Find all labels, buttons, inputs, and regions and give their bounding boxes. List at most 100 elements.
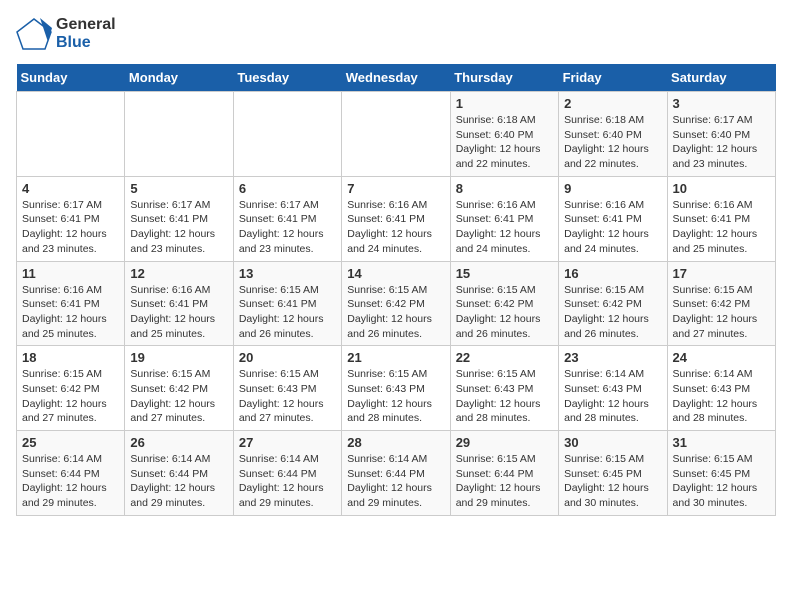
calendar-cell: 3Sunrise: 6:17 AM Sunset: 6:40 PM Daylig…: [667, 92, 775, 177]
day-number: 2: [564, 96, 661, 111]
calendar-cell: 7 Sunrise: 6:16 AM Sunset: 6:41 PM Daylig…: [342, 176, 450, 261]
calendar-cell: 24 Sunrise: 6:14 AM Sunset: 6:43 PM Dayli…: [667, 346, 775, 431]
day-info: Sunrise: 6:16 AM Sunset: 6:41 PM Dayligh…: [456, 198, 553, 257]
day-info: Sunrise: 6:14 AM Sunset: 6:43 PM Dayligh…: [673, 367, 770, 426]
day-info: Sunrise: 6:15 AM Sunset: 6:42 PM Dayligh…: [130, 367, 227, 426]
calendar-cell: [125, 92, 233, 177]
day-info: Sunrise: 6:15 AM Sunset: 6:42 PM Dayligh…: [673, 283, 770, 342]
day-info: Sunrise: 6:17 AM Sunset: 6:40 PM Dayligh…: [673, 113, 770, 172]
calendar-week-row: 18 Sunrise: 6:15 AM Sunset: 6:42 PM Dayli…: [17, 346, 776, 431]
calendar-cell: 26Sunrise: 6:14 AM Sunset: 6:44 PM Dayli…: [125, 431, 233, 516]
day-number: 9: [564, 181, 661, 196]
logo-icon: [16, 18, 52, 50]
day-info: Sunrise: 6:18 AM Sunset: 6:40 PM Dayligh…: [456, 113, 553, 172]
day-number: 15: [456, 266, 553, 281]
day-of-week-header: Tuesday: [233, 64, 341, 92]
calendar-cell: 20 Sunrise: 6:15 AM Sunset: 6:43 PM Dayli…: [233, 346, 341, 431]
day-info: Sunrise: 6:14 AM Sunset: 6:44 PM Dayligh…: [239, 452, 336, 511]
day-info: Sunrise: 6:15 AM Sunset: 6:43 PM Dayligh…: [239, 367, 336, 426]
day-number: 8: [456, 181, 553, 196]
calendar-cell: 21 Sunrise: 6:15 AM Sunset: 6:43 PM Dayli…: [342, 346, 450, 431]
day-info: Sunrise: 6:16 AM Sunset: 6:41 PM Dayligh…: [22, 283, 119, 342]
day-number: 7: [347, 181, 444, 196]
day-info: Sunrise: 6:15 AM Sunset: 6:42 PM Dayligh…: [22, 367, 119, 426]
day-info: Sunrise: 6:14 AM Sunset: 6:44 PM Dayligh…: [22, 452, 119, 511]
day-number: 26: [130, 435, 227, 450]
calendar-cell: 17Sunrise: 6:15 AM Sunset: 6:42 PM Dayli…: [667, 261, 775, 346]
calendar-cell: 29 Sunrise: 6:15 AM Sunset: 6:44 PM Dayli…: [450, 431, 558, 516]
day-number: 27: [239, 435, 336, 450]
day-info: Sunrise: 6:15 AM Sunset: 6:42 PM Dayligh…: [564, 283, 661, 342]
day-info: Sunrise: 6:15 AM Sunset: 6:44 PM Dayligh…: [456, 452, 553, 511]
day-number: 6: [239, 181, 336, 196]
day-info: Sunrise: 6:15 AM Sunset: 6:43 PM Dayligh…: [456, 367, 553, 426]
calendar-cell: 22 Sunrise: 6:15 AM Sunset: 6:43 PM Dayli…: [450, 346, 558, 431]
day-number: 20: [239, 350, 336, 365]
calendar-cell: 27 Sunrise: 6:14 AM Sunset: 6:44 PM Dayli…: [233, 431, 341, 516]
day-info: Sunrise: 6:14 AM Sunset: 6:43 PM Dayligh…: [564, 367, 661, 426]
day-of-week-header: Sunday: [17, 64, 125, 92]
day-info: Sunrise: 6:17 AM Sunset: 6:41 PM Dayligh…: [130, 198, 227, 257]
calendar-cell: 5 Sunrise: 6:17 AM Sunset: 6:41 PM Daylig…: [125, 176, 233, 261]
day-info: Sunrise: 6:15 AM Sunset: 6:43 PM Dayligh…: [347, 367, 444, 426]
calendar-week-row: 1 Sunrise: 6:18 AM Sunset: 6:40 PM Daylig…: [17, 92, 776, 177]
calendar-cell: 6 Sunrise: 6:17 AM Sunset: 6:41 PM Daylig…: [233, 176, 341, 261]
calendar-cell: 11Sunrise: 6:16 AM Sunset: 6:41 PM Dayli…: [17, 261, 125, 346]
day-of-week-header: Thursday: [450, 64, 558, 92]
day-number: 4: [22, 181, 119, 196]
logo-container: General Blue: [16, 16, 116, 52]
day-number: 5: [130, 181, 227, 196]
day-info: Sunrise: 6:16 AM Sunset: 6:41 PM Dayligh…: [564, 198, 661, 257]
day-info: Sunrise: 6:16 AM Sunset: 6:41 PM Dayligh…: [347, 198, 444, 257]
day-info: Sunrise: 6:16 AM Sunset: 6:41 PM Dayligh…: [673, 198, 770, 257]
day-number: 22: [456, 350, 553, 365]
day-number: 10: [673, 181, 770, 196]
calendar-cell: 8 Sunrise: 6:16 AM Sunset: 6:41 PM Daylig…: [450, 176, 558, 261]
day-number: 13: [239, 266, 336, 281]
day-number: 14: [347, 266, 444, 281]
day-number: 16: [564, 266, 661, 281]
header: General Blue: [16, 16, 776, 52]
day-number: 28: [347, 435, 444, 450]
calendar-cell: 16 Sunrise: 6:15 AM Sunset: 6:42 PM Dayli…: [559, 261, 667, 346]
day-info: Sunrise: 6:15 AM Sunset: 6:42 PM Dayligh…: [347, 283, 444, 342]
day-number: 25: [22, 435, 119, 450]
day-info: Sunrise: 6:17 AM Sunset: 6:41 PM Dayligh…: [22, 198, 119, 257]
calendar-week-row: 4 Sunrise: 6:17 AM Sunset: 6:41 PM Daylig…: [17, 176, 776, 261]
day-info: Sunrise: 6:15 AM Sunset: 6:42 PM Dayligh…: [456, 283, 553, 342]
day-number: 30: [564, 435, 661, 450]
day-info: Sunrise: 6:15 AM Sunset: 6:45 PM Dayligh…: [564, 452, 661, 511]
day-info: Sunrise: 6:17 AM Sunset: 6:41 PM Dayligh…: [239, 198, 336, 257]
day-number: 19: [130, 350, 227, 365]
calendar-table: SundayMondayTuesdayWednesdayThursdayFrid…: [16, 64, 776, 516]
day-info: Sunrise: 6:14 AM Sunset: 6:44 PM Dayligh…: [347, 452, 444, 511]
calendar-cell: 12Sunrise: 6:16 AM Sunset: 6:41 PM Dayli…: [125, 261, 233, 346]
day-number: 29: [456, 435, 553, 450]
day-number: 1: [456, 96, 553, 111]
logo-text: General Blue: [56, 16, 116, 52]
calendar-cell: 31 Sunrise: 6:15 AM Sunset: 6:45 PM Dayli…: [667, 431, 775, 516]
calendar-cell: 9 Sunrise: 6:16 AM Sunset: 6:41 PM Daylig…: [559, 176, 667, 261]
day-of-week-header: Friday: [559, 64, 667, 92]
day-info: Sunrise: 6:16 AM Sunset: 6:41 PM Dayligh…: [130, 283, 227, 342]
calendar-cell: 4 Sunrise: 6:17 AM Sunset: 6:41 PM Daylig…: [17, 176, 125, 261]
calendar-cell: 19 Sunrise: 6:15 AM Sunset: 6:42 PM Dayli…: [125, 346, 233, 431]
day-of-week-header: Monday: [125, 64, 233, 92]
day-of-week-header: Saturday: [667, 64, 775, 92]
calendar-cell: 18 Sunrise: 6:15 AM Sunset: 6:42 PM Dayli…: [17, 346, 125, 431]
day-info: Sunrise: 6:15 AM Sunset: 6:45 PM Dayligh…: [673, 452, 770, 511]
calendar-cell: 14 Sunrise: 6:15 AM Sunset: 6:42 PM Dayli…: [342, 261, 450, 346]
day-number: 18: [22, 350, 119, 365]
calendar-cell: [17, 92, 125, 177]
calendar-cell: 10 Sunrise: 6:16 AM Sunset: 6:41 PM Dayli…: [667, 176, 775, 261]
calendar-cell: 13Sunrise: 6:15 AM Sunset: 6:41 PM Dayli…: [233, 261, 341, 346]
calendar-cell: 30 Sunrise: 6:15 AM Sunset: 6:45 PM Dayli…: [559, 431, 667, 516]
day-number: 31: [673, 435, 770, 450]
day-of-week-header: Wednesday: [342, 64, 450, 92]
logo-blue: Blue: [56, 34, 91, 51]
calendar-week-row: 25 Sunrise: 6:14 AM Sunset: 6:44 PM Dayli…: [17, 431, 776, 516]
calendar-cell: 1 Sunrise: 6:18 AM Sunset: 6:40 PM Daylig…: [450, 92, 558, 177]
calendar-cell: [342, 92, 450, 177]
day-number: 24: [673, 350, 770, 365]
day-number: 21: [347, 350, 444, 365]
